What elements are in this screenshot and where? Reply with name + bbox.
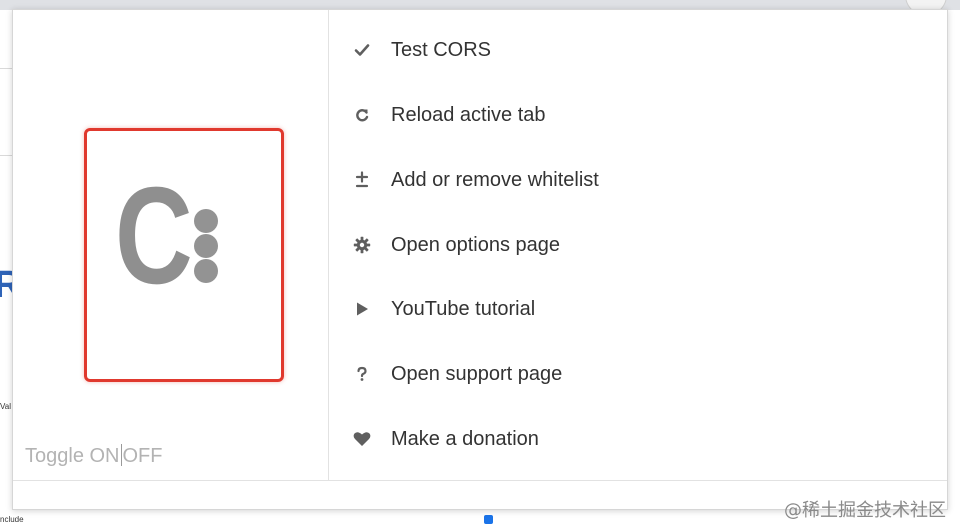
logo-letter: C [115,159,193,313]
menu-item-label: Open options page [391,233,561,256]
menu-item-support[interactable]: Open support page [329,349,947,399]
check-icon [351,39,373,61]
heart-icon [351,428,373,450]
gear-icon [351,234,373,256]
toggle-label[interactable]: Toggle ON OFF [25,444,163,468]
popup-footer-divider [13,480,947,481]
menu-item-label: YouTube tutorial [391,297,536,320]
reload-icon [351,104,373,126]
menu-item-whitelist[interactable]: Add or remove whitelist [329,155,947,205]
menu-item-label: Make a donation [391,427,539,450]
menu-item-options[interactable]: Open options page [329,220,947,270]
background-label-fragment: Val [0,402,11,411]
toggle-pane: C Toggle ON OFF [13,10,329,480]
popup-menu: Test CORS Reload active tab Add or remov… [329,10,947,480]
background-divider [0,155,12,156]
toggle-on-text: Toggle ON [25,445,120,467]
logo-dot [194,259,218,283]
background-label-fragment: nclude [0,515,24,524]
menu-item-label: Open support page [391,362,563,385]
logo-dot [194,209,218,233]
menu-item-label: Reload active tab [391,103,546,126]
background-checkbox[interactable] [484,515,493,524]
logo-dot [194,234,218,258]
menu-item-donation[interactable]: Make a donation [329,414,947,464]
plus-minus-icon [351,169,373,191]
toggle-off-text: OFF [122,445,163,467]
play-icon [351,298,373,320]
watermark: @稀土掘金技术社区 [784,500,946,521]
menu-item-label: Test CORS [391,38,492,61]
toggle-separator [120,444,122,466]
menu-item-label: Add or remove whitelist [391,168,599,191]
menu-item-reload-tab[interactable]: Reload active tab [329,90,947,140]
toggle-logo-button[interactable]: C [84,128,284,382]
background-divider [0,68,12,69]
menu-item-youtube-tutorial[interactable]: YouTube tutorial [329,284,947,334]
extension-popup: C Toggle ON OFF Test CORS Reload active t… [12,9,948,510]
question-icon [351,363,373,385]
menu-item-test-cors[interactable]: Test CORS [329,25,947,75]
